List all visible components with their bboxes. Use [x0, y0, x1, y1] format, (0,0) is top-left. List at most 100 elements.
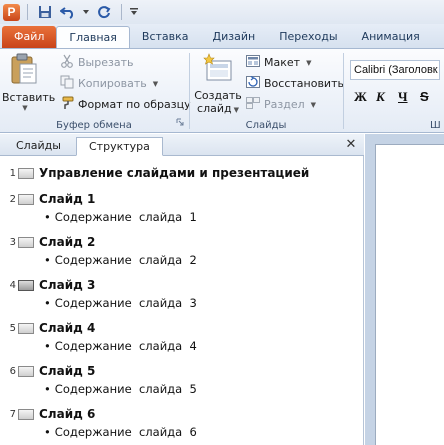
outline-bullet[interactable]: • Содержание слайда 4	[44, 338, 197, 354]
cut-button[interactable]: Вырезать	[60, 54, 133, 71]
clipboard-launcher-icon[interactable]	[176, 111, 184, 130]
outline-slide[interactable]: 4 Слайд 3	[0, 276, 96, 294]
slide-icon[interactable]	[18, 279, 34, 291]
powerpoint-app-icon[interactable]: P	[3, 3, 20, 21]
copy-label: Копировать	[78, 77, 147, 90]
layout-dropdown-icon[interactable]: ▼	[306, 59, 311, 67]
paste-dropdown-icon[interactable]: ▼	[4, 104, 46, 112]
redo-icon[interactable]	[94, 2, 114, 22]
new-slide-button[interactable]: Создать слайд ▼	[194, 53, 242, 117]
slide-icon[interactable]	[18, 322, 34, 334]
reset-button[interactable]: Восстановить	[246, 75, 344, 92]
outline-slide[interactable]: 1 Управление слайдами и презентацией	[0, 164, 310, 182]
slide-icon[interactable]	[18, 236, 34, 248]
layout-icon	[246, 55, 260, 70]
outline-bullet[interactable]: • Содержание слайда 6	[44, 424, 197, 440]
slide-number: 6	[9, 365, 16, 377]
outline-bullet[interactable]: • Содержание слайда 2	[44, 252, 197, 268]
bullet-text[interactable]: Содержание слайда 6	[55, 425, 197, 439]
undo-icon[interactable]	[58, 2, 78, 22]
outline-bullet[interactable]: • Содержание слайда 3	[44, 295, 197, 311]
new-slide-dropdown-icon[interactable]: ▼	[234, 106, 239, 114]
bullet-text[interactable]: Содержание слайда 1	[55, 210, 197, 224]
section-dropdown-icon[interactable]: ▼	[311, 101, 316, 109]
slide-number: 4	[9, 279, 16, 291]
outline-slide[interactable]: 6 Слайд 5	[0, 362, 96, 380]
slide-canvas[interactable]	[375, 144, 444, 445]
bold-button[interactable]: Ж	[354, 89, 367, 105]
tab-slides[interactable]: Слайды	[4, 137, 73, 156]
outline-bullet[interactable]: • Содержание слайда 1	[44, 209, 197, 225]
new-slide-label: Создать	[194, 89, 242, 102]
slide-title[interactable]: Слайд 1	[39, 192, 95, 206]
slides-group-label: Слайды	[245, 120, 287, 131]
outline-slide[interactable]: 7 Слайд 6	[0, 405, 96, 423]
section-button[interactable]: Раздел ▼	[246, 96, 316, 113]
tab-insert[interactable]: Вставка	[130, 26, 201, 48]
font-group-label: Ш	[430, 120, 441, 131]
tab-file[interactable]: Файл	[2, 26, 57, 48]
slide-icon[interactable]	[18, 408, 34, 420]
paste-button[interactable]: Вставить ▼	[2, 53, 56, 112]
outline-slide[interactable]: 2 Слайд 1	[0, 190, 96, 208]
layout-label: Макет	[264, 56, 301, 69]
reset-icon	[246, 75, 260, 91]
bullet-dot: •	[44, 382, 51, 396]
cut-icon	[60, 54, 74, 71]
slide-icon[interactable]	[18, 167, 34, 179]
save-icon[interactable]	[35, 2, 55, 22]
tab-design[interactable]: Дизайн	[201, 26, 268, 48]
font-group: Calibri (Заголовк Ж К Ч S Ш	[344, 49, 444, 133]
italic-button[interactable]: К	[376, 89, 385, 105]
font-name-input[interactable]: Calibri (Заголовк	[350, 60, 440, 80]
slides-group: Создать слайд ▼ Макет ▼ Восстановить Разд…	[190, 49, 344, 133]
outline-bullet[interactable]: • Содержание слайда 5	[44, 381, 197, 397]
tab-outline[interactable]: Структура	[76, 137, 163, 156]
slide-number: 3	[9, 236, 16, 248]
copy-icon	[60, 75, 74, 92]
slide-title[interactable]: Управление слайдами и презентацией	[39, 166, 309, 180]
bullet-text[interactable]: Содержание слайда 4	[55, 339, 197, 353]
qat-separator	[121, 4, 122, 20]
paste-icon	[2, 53, 46, 88]
underline-button[interactable]: Ч	[398, 89, 408, 105]
slide-title[interactable]: Слайд 6	[39, 407, 95, 421]
cut-label: Вырезать	[78, 56, 134, 69]
slide-number: 2	[9, 193, 16, 205]
new-slide-label: слайд	[197, 102, 232, 115]
slide-icon[interactable]	[18, 365, 34, 377]
slide-number: 1	[9, 167, 16, 179]
layout-button[interactable]: Макет ▼	[246, 54, 311, 71]
outline-slide[interactable]: 3 Слайд 2	[0, 233, 96, 251]
section-label: Раздел	[264, 98, 305, 111]
section-icon	[246, 97, 260, 112]
customize-icon[interactable]	[129, 2, 139, 22]
bullet-text[interactable]: Содержание слайда 5	[55, 382, 197, 396]
strikethrough-button[interactable]: S	[420, 89, 429, 104]
format-painter-button[interactable]: Формат по образцу	[60, 96, 191, 113]
slide-title[interactable]: Слайд 5	[39, 364, 95, 378]
bullet-text[interactable]: Содержание слайда 2	[55, 253, 197, 267]
tab-home[interactable]: Главная	[56, 26, 130, 48]
outline-slide[interactable]: 5 Слайд 4	[0, 319, 96, 337]
bullet-dot: •	[44, 253, 51, 267]
tab-transitions[interactable]: Переходы	[267, 26, 349, 48]
new-slide-icon	[194, 53, 242, 86]
bullet-dot: •	[44, 210, 51, 224]
close-icon[interactable]: ✕	[344, 137, 358, 153]
bullet-text[interactable]: Содержание слайда 3	[55, 296, 197, 310]
format-painter-icon	[60, 96, 74, 113]
slide-icon[interactable]	[18, 193, 34, 205]
qat-separator	[27, 4, 28, 20]
reset-label: Восстановить	[264, 77, 344, 90]
slide-title[interactable]: Слайд 4	[39, 321, 95, 335]
slides-outline-panel: Слайды Структура ✕ 1 Управление слайдами…	[0, 134, 364, 445]
paste-label: Вставить	[2, 91, 56, 104]
copy-dropdown-icon[interactable]: ▼	[153, 80, 158, 88]
slide-title[interactable]: Слайд 2	[39, 235, 95, 249]
undo-dropdown-icon[interactable]	[81, 2, 91, 22]
copy-button[interactable]: Копировать ▼	[60, 75, 158, 92]
clipboard-group-label: Буфер обмена	[56, 120, 132, 131]
slide-title[interactable]: Слайд 3	[39, 278, 95, 292]
tab-animation[interactable]: Анимация	[350, 26, 432, 48]
